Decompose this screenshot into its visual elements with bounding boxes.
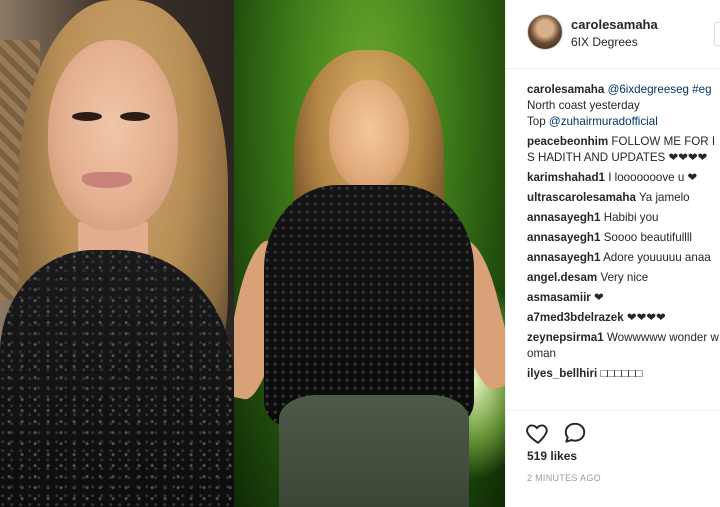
photo-left-portrait (0, 0, 234, 507)
list-item: annasayegh1 Soooo beautifullll (527, 230, 720, 246)
options-button[interactable] (714, 22, 720, 46)
list-item: peacebeonhim FOLLOW ME FOR IS HADITH AND… (527, 134, 720, 166)
list-item: karimshahad1 I looooooove u ❤ (527, 170, 720, 186)
comment-username[interactable]: a7med3bdelrazek (527, 311, 624, 324)
comment-username[interactable]: asmasamiir (527, 291, 591, 304)
list-item: ilyes_bellhiri □□□□□□ (527, 366, 720, 382)
comment-text: Ya jamelo (638, 191, 690, 204)
post-username[interactable]: carolesamaha (571, 17, 658, 32)
comment-username[interactable]: annasayegh1 (527, 211, 600, 224)
caption-text: North coast yesterday (527, 99, 640, 112)
comment-text: I looooooove u ❤ (608, 171, 698, 184)
comment-username[interactable]: ilyes_bellhiri (527, 367, 597, 380)
post-actions: 519 likes 2 MINUTES AGO (506, 410, 720, 507)
post-photo[interactable] (0, 0, 505, 507)
comment-username[interactable]: peacebeonhim (527, 135, 608, 148)
comment-text: Adore youuuuu anaa (603, 251, 711, 264)
comment-username[interactable]: karimshahad1 (527, 171, 605, 184)
post-location[interactable]: 6IX Degrees (571, 35, 638, 49)
list-item: a7med3bdelrazek ❤❤❤❤ (527, 310, 720, 326)
comment-username[interactable]: zeynepsirma1 (527, 331, 604, 344)
comment-text: Habibi you (603, 211, 659, 224)
comment-bubble-icon[interactable] (562, 420, 588, 446)
photo-right-stage (234, 0, 505, 507)
post-timestamp: 2 MINUTES AGO (527, 473, 601, 483)
list-item: zeynepsirma1 Wowwwww wonder woman (527, 330, 720, 362)
comment-username[interactable]: angel.desam (527, 271, 597, 284)
list-item: annasayegh1 Adore youuuuu anaa (527, 250, 720, 266)
caption-mention-2[interactable]: @zuhairmuradofficial (549, 115, 658, 128)
comment-text: ❤ (594, 291, 604, 304)
list-item: annasayegh1 Habibi you (527, 210, 720, 226)
post-side-panel: carolesamaha 6IX Degrees carolesamaha @6… (505, 0, 720, 507)
comment-text: ❤❤❤❤ (626, 311, 666, 324)
post-header: carolesamaha 6IX Degrees (506, 0, 720, 69)
caption-prefix: Top (527, 115, 549, 128)
comment-username[interactable]: annasayegh1 (527, 251, 600, 264)
caption-username[interactable]: carolesamaha (527, 83, 604, 96)
heart-icon[interactable] (525, 420, 551, 446)
comment-list: carolesamaha @6ixdegreeseg #eg North coa… (527, 82, 720, 412)
caption-mention[interactable]: @6ixdegreeseg #eg (608, 83, 712, 96)
avatar[interactable] (527, 14, 563, 50)
comment-text: □□□□□□ (600, 367, 643, 380)
like-count[interactable]: 519 likes (527, 449, 577, 463)
list-item: asmasamiir ❤ (527, 290, 720, 306)
comment-username[interactable]: annasayegh1 (527, 231, 600, 244)
list-item: ultrascarolesamaha Ya jamelo (527, 190, 720, 206)
list-item: angel.desam Very nice (527, 270, 720, 286)
comment-text: Soooo beautifullll (603, 231, 693, 244)
comment-text: Very nice (600, 271, 649, 284)
caption: carolesamaha @6ixdegreeseg #eg North coa… (527, 82, 720, 130)
comment-username[interactable]: ultrascarolesamaha (527, 191, 636, 204)
